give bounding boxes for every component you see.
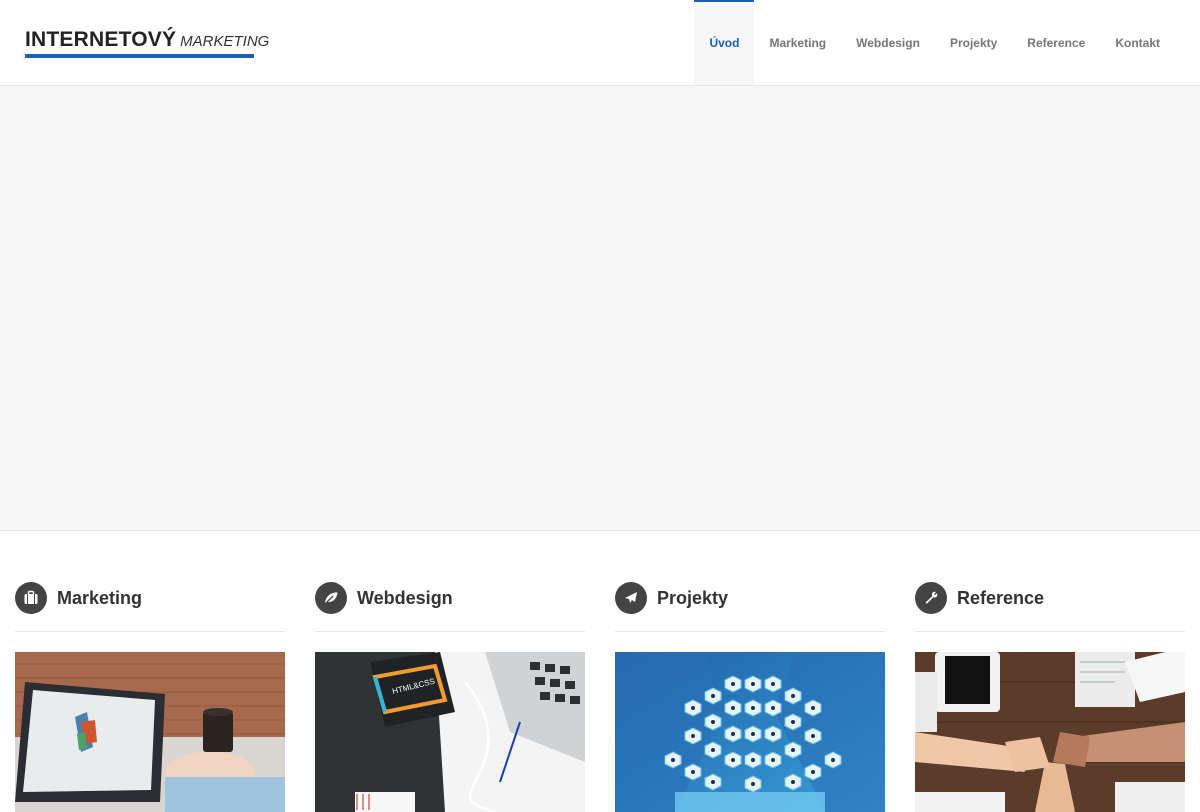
briefcase-icon <box>15 582 47 614</box>
feature-columns: Marketing Webdesign HTML&CSS Projekty Re… <box>15 531 1185 812</box>
column-heading: Webdesign <box>315 582 453 614</box>
feature-column-webdesign: Webdesign HTML&CSS <box>315 531 585 812</box>
main-nav: Úvod Marketing Webdesign Projekty Refere… <box>694 0 1175 85</box>
wrench-icon <box>915 582 947 614</box>
column-divider <box>15 631 285 632</box>
nav-item-projekty[interactable]: Projekty <box>935 0 1012 85</box>
column-divider <box>615 631 885 632</box>
laptop-desk-photo[interactable] <box>15 652 285 812</box>
column-title[interactable]: Projekty <box>657 588 728 609</box>
column-divider <box>315 631 585 632</box>
nav-item-uvod[interactable]: Úvod <box>694 0 755 85</box>
hero-slider <box>0 86 1200 531</box>
column-divider <box>915 631 1185 632</box>
site-header: INTERNETOVÝ MARKETING Úvod Marketing Webd… <box>0 0 1200 86</box>
nav-item-webdesign[interactable]: Webdesign <box>841 0 935 85</box>
logo-underline <box>25 54 254 58</box>
nav-item-reference[interactable]: Reference <box>1012 0 1100 85</box>
nav-item-kontakt[interactable]: Kontakt <box>1100 0 1175 85</box>
teamwork-fists-photo[interactable] <box>915 652 1185 812</box>
column-heading: Projekty <box>615 582 728 614</box>
tech-hexagon-photo[interactable] <box>615 652 885 812</box>
column-heading: Reference <box>915 582 1044 614</box>
html-css-book-photo[interactable]: HTML&CSS <box>315 652 585 812</box>
leaf-icon <box>315 582 347 614</box>
column-title[interactable]: Webdesign <box>357 588 453 609</box>
site-logo[interactable]: INTERNETOVÝ MARKETING <box>25 28 269 61</box>
feature-column-reference: Reference <box>915 531 1185 812</box>
airplane-icon <box>615 582 647 614</box>
column-heading: Marketing <box>15 582 142 614</box>
nav-item-marketing[interactable]: Marketing <box>754 0 841 85</box>
column-title[interactable]: Reference <box>957 588 1044 609</box>
feature-column-projekty: Projekty <box>615 531 885 812</box>
logo-light-text: MARKETING <box>180 33 270 50</box>
column-title[interactable]: Marketing <box>57 588 142 609</box>
feature-column-marketing: Marketing <box>15 531 285 812</box>
logo-strong-text: INTERNETOVÝ <box>25 28 177 51</box>
